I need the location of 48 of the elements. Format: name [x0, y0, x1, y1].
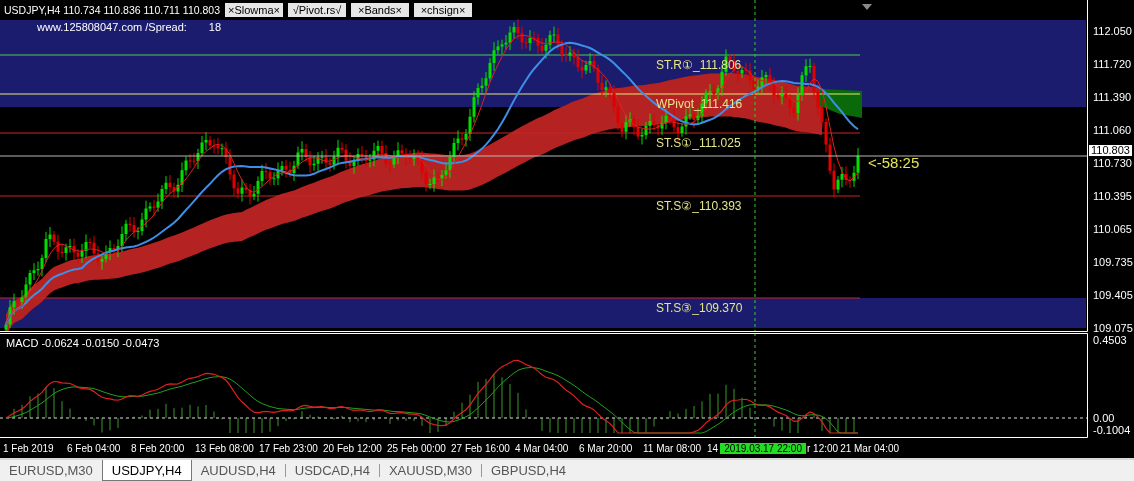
time-axis-label: 27 Feb 16:00: [451, 442, 511, 454]
price-axis-label: 109.735: [1093, 256, 1133, 268]
info-text: www.125808047.com /Spread:: [37, 21, 187, 33]
chart-shift-icon[interactable]: [862, 4, 872, 10]
price-axis-label: 111.060: [1093, 124, 1132, 136]
chart-tab[interactable]: AUDUSD,H4: [191, 460, 285, 481]
chart-tab[interactable]: EURUSD,M30: [0, 460, 102, 481]
current-price-label: 110.803: [1089, 145, 1132, 156]
chart-tab[interactable]: GBPUSD,H4: [481, 460, 576, 481]
time-axis-label: 25 Feb 00:00: [387, 442, 447, 454]
time-axis-label: 11 Mar 08:00: [643, 442, 703, 454]
time-axis-label: 4 Mar 04:00: [515, 442, 570, 454]
pivot-label: ST.S①_111.025: [656, 136, 741, 150]
price-axis-label: 110.395: [1093, 190, 1132, 202]
pivot-label: ST.S③_109.370: [656, 301, 743, 315]
macd-label: MACD -0.0624 -0.0150 -0.0473: [6, 337, 160, 349]
indicator-axis-label: -0.1004: [1093, 424, 1131, 436]
symbol-info: USDJPY,H4 110.734 110.836 110.711 110.803: [4, 4, 220, 16]
chart-tab[interactable]: XAUUSD,M30: [379, 460, 481, 481]
indicator-button[interactable]: √Pivot.rs√: [288, 3, 346, 17]
indicator-axis-label: 0.00: [1093, 412, 1115, 424]
crosshair-time-label: 2019.03.17 22:00: [720, 442, 806, 454]
time-axis-label: 20 Feb 12:00: [323, 442, 383, 454]
price-axis-label: 110.730: [1093, 157, 1132, 169]
pivot-label: ST.S②_110.393: [656, 199, 742, 213]
indicator-axis-label: 0.4503: [1093, 334, 1127, 346]
time-axis-label: 13 Feb 08:00: [195, 442, 255, 454]
indicator-button[interactable]: ×chsign×: [414, 3, 472, 17]
countdown-label: <-58:25: [868, 154, 920, 171]
price-axis-label: 111.390: [1093, 91, 1132, 103]
indicator-button[interactable]: ×Slowma×: [225, 3, 283, 17]
time-axis-label: 6 Mar 20:00: [579, 442, 634, 454]
spread-value: 18: [208, 21, 222, 33]
indicator-button[interactable]: ×Bands×: [351, 3, 409, 17]
time-axis-label: 21 Mar 04:00: [840, 442, 901, 454]
time-axis-label: 14: [707, 442, 720, 454]
time-axis-label: r 12:00: [807, 442, 840, 454]
time-axis-label: 1 Feb 2019: [3, 442, 55, 454]
chart-tab[interactable]: USDCAD,H4: [285, 460, 379, 481]
chart-tab[interactable]: USDJPY,H4: [101, 460, 192, 481]
time-axis-label: 17 Feb 23:00: [259, 442, 319, 454]
time-axis-label: 6 Feb 04:00: [67, 442, 122, 454]
price-axis-label: 109.405: [1093, 289, 1133, 301]
price-axis-label: 111.720: [1093, 58, 1132, 70]
time-axis-label: 8 Feb 20:00: [131, 442, 186, 454]
price-axis-label: 110.065: [1093, 223, 1132, 235]
price-axis-label: 109.075: [1093, 322, 1133, 334]
price-axis-label: 112.050: [1093, 25, 1132, 37]
